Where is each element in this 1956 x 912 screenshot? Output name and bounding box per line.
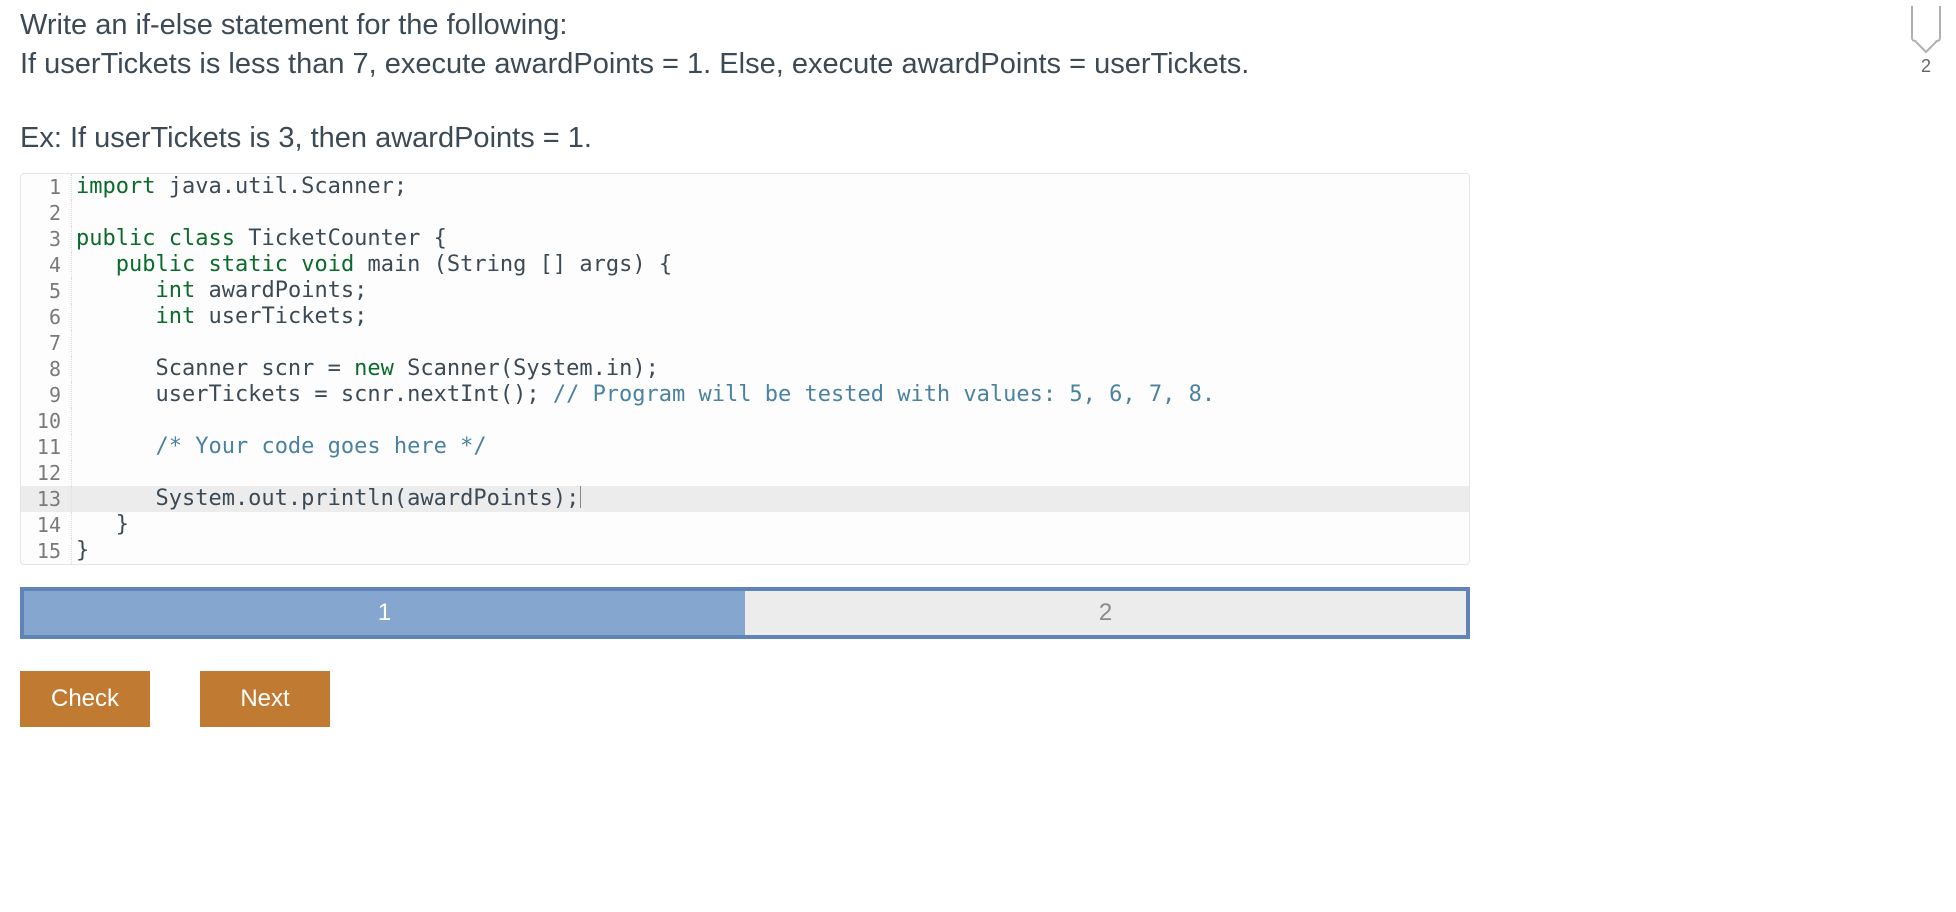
line-number: 12: [21, 460, 71, 486]
code-line[interactable]: 3public class TicketCounter {: [21, 226, 1469, 252]
example-text: Ex: If userTickets is 3, then awardPoint…: [20, 122, 1936, 155]
code-line[interactable]: 5 int awardPoints;: [21, 278, 1469, 304]
code-content[interactable]: public class TicketCounter {: [71, 226, 1469, 252]
code-content[interactable]: Scanner scnr = new Scanner(System.in);: [71, 356, 1469, 382]
line-number: 4: [21, 252, 71, 278]
line-number: 5: [21, 278, 71, 304]
code-content[interactable]: }: [71, 512, 1469, 538]
code-line[interactable]: 14 }: [21, 512, 1469, 538]
exercise-page: 2 Write an if-else statement for the fol…: [0, 0, 1956, 912]
code-line[interactable]: 9 userTickets = scnr.nextInt(); // Progr…: [21, 382, 1469, 408]
tab-1[interactable]: 1: [24, 591, 745, 635]
code-line[interactable]: 12: [21, 460, 1469, 486]
code-line[interactable]: 11 /* Your code goes here */: [21, 434, 1469, 460]
next-button[interactable]: Next: [200, 671, 330, 727]
text-cursor: [580, 486, 581, 508]
code-line[interactable]: 8 Scanner scnr = new Scanner(System.in);: [21, 356, 1469, 382]
shield-icon: [1911, 6, 1941, 42]
line-number: 13: [21, 486, 71, 512]
code-content[interactable]: int awardPoints;: [71, 278, 1469, 304]
prompt-line-2: If userTickets is less than 7, execute a…: [20, 45, 1936, 84]
code-content[interactable]: }: [71, 538, 1469, 564]
line-number: 2: [21, 200, 71, 226]
code-line[interactable]: 6 int userTickets;: [21, 304, 1469, 330]
code-content[interactable]: public static void main (String [] args)…: [71, 252, 1469, 278]
code-line[interactable]: 2: [21, 200, 1469, 226]
code-content[interactable]: [71, 200, 1469, 226]
tab-2[interactable]: 2: [745, 591, 1466, 635]
prompt-text: Write an if-else statement for the follo…: [20, 0, 1936, 84]
code-content[interactable]: int userTickets;: [71, 304, 1469, 330]
line-number: 11: [21, 434, 71, 460]
line-number: 3: [21, 226, 71, 252]
code-content[interactable]: System.out.println(awardPoints);: [71, 486, 1469, 512]
code-line[interactable]: 10: [21, 408, 1469, 434]
line-number: 1: [21, 174, 71, 200]
code-editor[interactable]: 1import java.util.Scanner;23public class…: [20, 173, 1470, 565]
button-row: Check Next: [20, 671, 1936, 727]
testcase-tabs: 1 2: [20, 587, 1470, 639]
prompt-line-1: Write an if-else statement for the follo…: [20, 6, 1936, 45]
code-line[interactable]: 13 System.out.println(awardPoints);: [21, 486, 1469, 512]
code-content[interactable]: import java.util.Scanner;: [71, 174, 1469, 200]
code-line[interactable]: 1import java.util.Scanner;: [21, 174, 1469, 200]
line-number: 10: [21, 408, 71, 434]
attempts-badge: 2: [1896, 6, 1956, 77]
line-number: 7: [21, 330, 71, 356]
code-content[interactable]: /* Your code goes here */: [71, 434, 1469, 460]
code-content[interactable]: [71, 460, 1469, 486]
code-content[interactable]: [71, 408, 1469, 434]
attempts-count: 2: [1896, 56, 1956, 77]
code-line[interactable]: 4 public static void main (String [] arg…: [21, 252, 1469, 278]
line-number: 6: [21, 304, 71, 330]
line-number: 14: [21, 512, 71, 538]
line-number: 15: [21, 538, 71, 564]
check-button[interactable]: Check: [20, 671, 150, 727]
line-number: 8: [21, 356, 71, 382]
code-line[interactable]: 15}: [21, 538, 1469, 564]
code-line[interactable]: 7: [21, 330, 1469, 356]
line-number: 9: [21, 382, 71, 408]
code-content[interactable]: [71, 330, 1469, 356]
code-content[interactable]: userTickets = scnr.nextInt(); // Program…: [71, 382, 1469, 408]
